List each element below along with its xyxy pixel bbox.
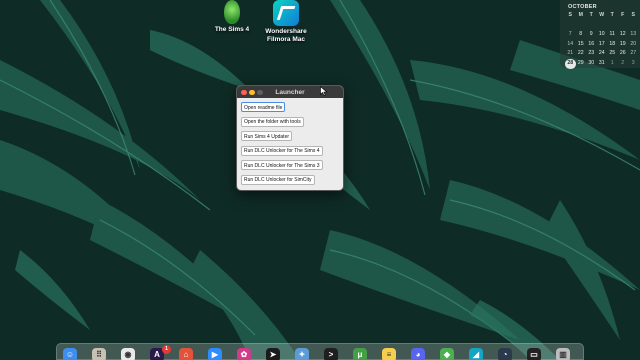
calendar-weekday: T bbox=[589, 12, 593, 18]
calendar-weekday: W bbox=[599, 12, 605, 18]
terminal-icon[interactable]: > bbox=[324, 348, 338, 360]
window-title: Launcher bbox=[275, 88, 305, 96]
open-tools-folder-button[interactable]: Open the folder with tools bbox=[241, 116, 304, 127]
plumbob-icon bbox=[224, 0, 240, 24]
calendar-day bbox=[607, 21, 618, 31]
home-icon[interactable]: ⌂ bbox=[179, 348, 193, 360]
desktop-icon-label: Wondershare Filmora Mac bbox=[265, 28, 307, 43]
calendar-day[interactable]: 20 bbox=[628, 40, 639, 50]
calendar-day[interactable]: 14 bbox=[565, 40, 576, 50]
calendar-weekday: F bbox=[621, 12, 625, 18]
launcher-buttons: Open readme file Open the folder with to… bbox=[237, 98, 343, 185]
close-window-icon[interactable] bbox=[241, 89, 247, 95]
calendar-day[interactable]: 9 bbox=[586, 30, 597, 40]
calendar-day[interactable]: 19 bbox=[618, 40, 629, 50]
calendar-weekday: S bbox=[568, 12, 572, 18]
minimize-window-icon[interactable] bbox=[249, 89, 255, 95]
calendar-day[interactable]: 28 bbox=[565, 58, 576, 69]
calendar-day[interactable]: 31 bbox=[597, 59, 608, 69]
zoom-icon[interactable]: ▶ bbox=[208, 348, 222, 360]
calendar-weekday: S bbox=[631, 12, 635, 18]
calendar-day[interactable]: 8 bbox=[576, 30, 587, 40]
bird-app-icon[interactable]: ✦ bbox=[295, 348, 309, 360]
calendar-day[interactable]: 23 bbox=[586, 49, 597, 59]
calendar-day[interactable]: 12 bbox=[618, 30, 629, 40]
run-sims4-updater-button[interactable]: Run Sims 4 Updater bbox=[241, 131, 293, 142]
filmora-icon bbox=[273, 0, 299, 26]
calendar-day[interactable]: 29 bbox=[576, 59, 587, 69]
calendar-day bbox=[586, 21, 597, 31]
chrome-icon[interactable]: ◉ bbox=[121, 348, 135, 360]
calendar-day[interactable]: 17 bbox=[597, 40, 608, 50]
calendar-day[interactable]: 11 bbox=[607, 30, 618, 40]
launcher-window[interactable]: Launcher Open readme file Open the folde… bbox=[236, 85, 344, 191]
calendar-weekday: T bbox=[610, 12, 614, 18]
calendar-weekday: M bbox=[578, 12, 583, 18]
calendar-day[interactable]: 26 bbox=[618, 49, 629, 59]
calendar-day[interactable]: 1 bbox=[607, 59, 618, 69]
notification-badge: 1 bbox=[162, 345, 171, 354]
calendar-day[interactable]: 16 bbox=[586, 40, 597, 50]
calendar-widget[interactable]: OCTOBER S M T W T F S 7 8 9 10 11 12 13 14 15 16 17 18 19 20… bbox=[560, 0, 640, 69]
run-dlc-unlocker-sims4-button[interactable]: Run DLC Unlocker for The Sims 4 bbox=[241, 145, 323, 156]
pink-app-icon[interactable]: ✿ bbox=[237, 348, 251, 360]
calendar-day bbox=[565, 21, 576, 31]
calendar-day[interactable]: 22 bbox=[576, 49, 587, 59]
calendar-day bbox=[576, 21, 587, 31]
arrow-app-icon[interactable]: ➤ bbox=[266, 348, 280, 360]
monitor-icon[interactable]: ▭ bbox=[527, 348, 541, 360]
calendar-day[interactable]: 3 bbox=[628, 59, 639, 69]
sims-icon[interactable]: ◆ bbox=[440, 348, 454, 360]
calendar-day[interactable]: 25 bbox=[607, 49, 618, 59]
calendar-day[interactable]: 18 bbox=[607, 40, 618, 50]
notes-icon[interactable]: ≡ bbox=[382, 348, 396, 360]
trash-icon[interactable]: ▥ bbox=[556, 348, 570, 360]
launchpad-icon[interactable]: ⠿ bbox=[92, 348, 106, 360]
calendar-month: OCTOBER bbox=[568, 4, 597, 10]
dark-app-icon[interactable]: ◔ bbox=[498, 348, 512, 360]
calendar-day[interactable]: 7 bbox=[565, 30, 576, 40]
calendar-day[interactable]: 27 bbox=[628, 49, 639, 59]
calendar-day[interactable]: 15 bbox=[576, 40, 587, 50]
dock: ☺ ⠿ ◉ A ⌂ ▶ ✿ ➤ ✦ > μ ≡ ◕ ◆ ◢ ◔ ▭ ▥ bbox=[56, 343, 584, 360]
run-dlc-unlocker-sims3-button[interactable]: Run DLC Unlocker for The Sims 3 bbox=[241, 160, 323, 171]
calendar-day[interactable]: 13 bbox=[628, 30, 639, 40]
open-readme-button[interactable]: Open readme file bbox=[241, 102, 286, 112]
run-dlc-unlocker-simcity-button[interactable]: Run DLC Unlocker for SimCity bbox=[241, 174, 315, 185]
zoom-window-icon[interactable] bbox=[257, 89, 263, 95]
calendar-day[interactable]: 2 bbox=[618, 59, 629, 69]
torrent-icon[interactable]: μ bbox=[353, 348, 367, 360]
calendar-day bbox=[618, 21, 629, 31]
calendar-day[interactable]: 10 bbox=[597, 30, 608, 40]
filmora-icon[interactable]: ◢ bbox=[469, 348, 483, 360]
desktop-icon-filmora[interactable]: Wondershare Filmora Mac bbox=[254, 0, 318, 43]
calendar-grid: S M T W T F S 7 8 9 10 11 12 13 14 15 16 17 18 19 20 21 22 23 24… bbox=[565, 11, 637, 69]
calendar-day[interactable]: 30 bbox=[586, 59, 597, 69]
calendar-day bbox=[628, 21, 639, 31]
calendar-day bbox=[597, 21, 608, 31]
finder-icon[interactable]: ☺ bbox=[63, 348, 77, 360]
discord-icon[interactable]: ◕ bbox=[411, 348, 425, 360]
mouse-pointer-icon bbox=[320, 86, 328, 96]
calendar-day[interactable]: 24 bbox=[597, 49, 608, 59]
calendar-day[interactable]: 21 bbox=[565, 49, 576, 59]
